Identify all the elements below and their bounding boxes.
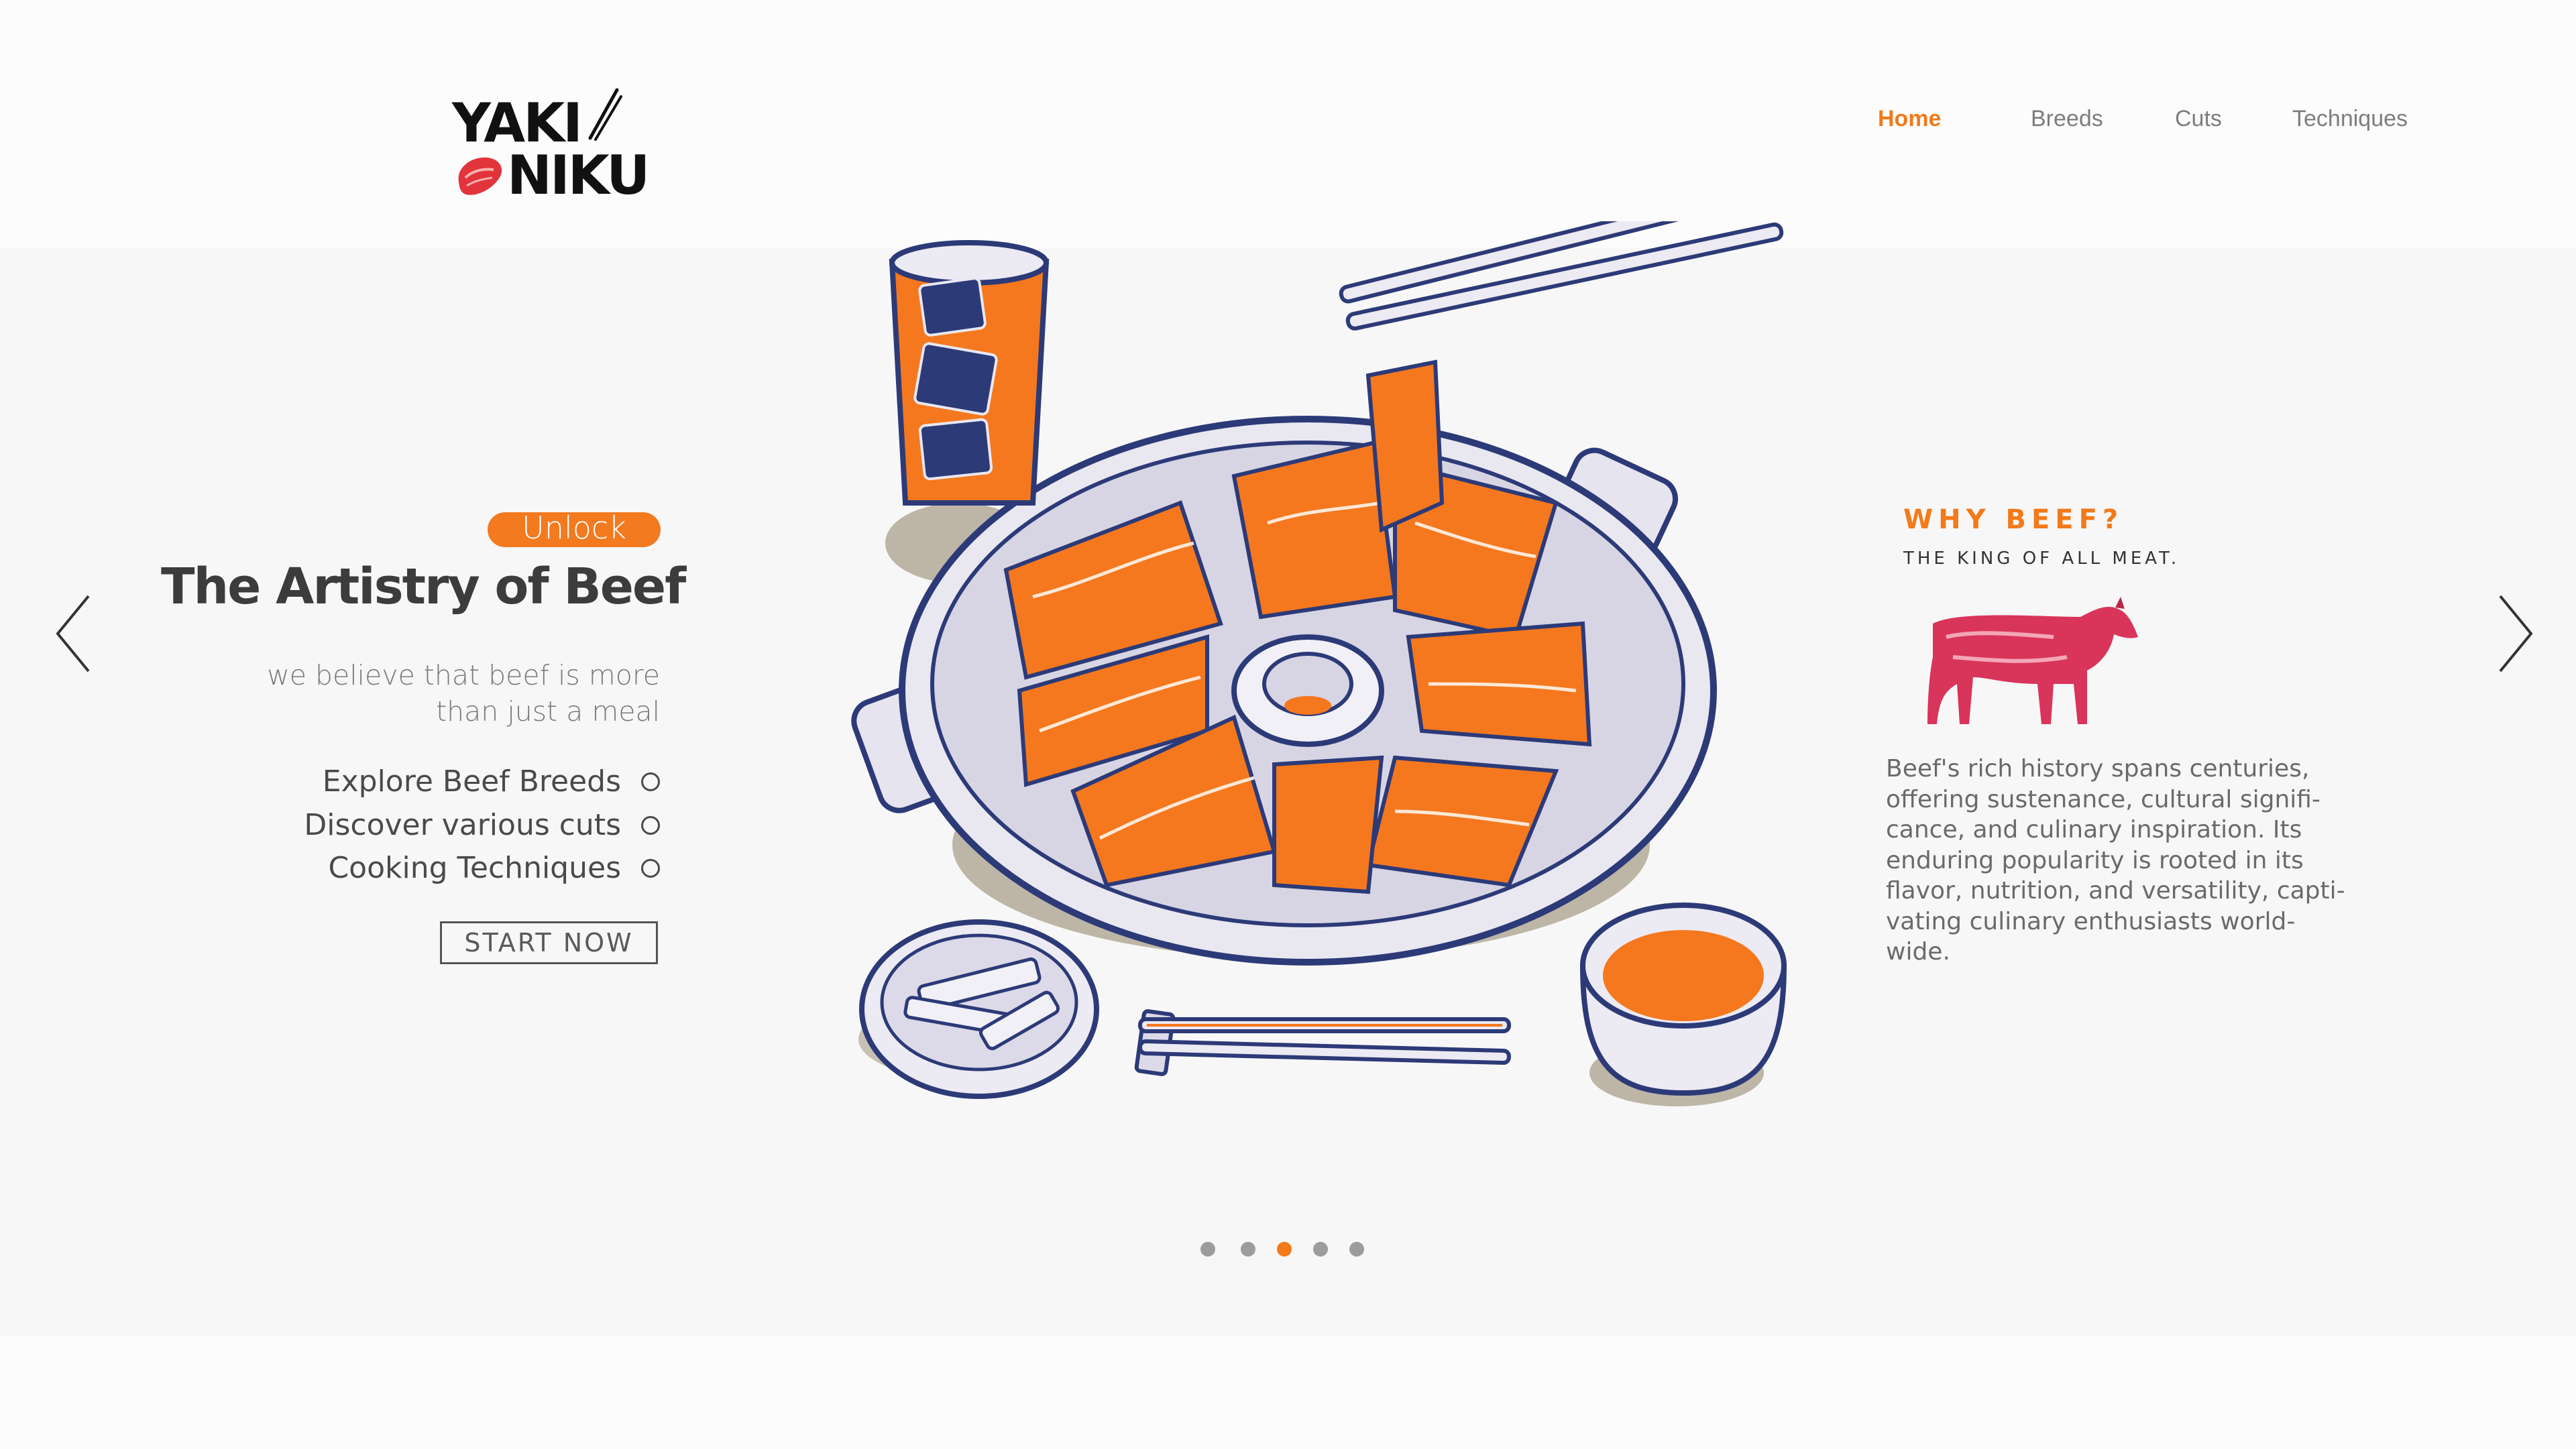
- nav-home[interactable]: Home: [1878, 106, 1941, 132]
- carousel-dot-4[interactable]: [1313, 1242, 1328, 1257]
- feature-discover-cuts[interactable]: Discover various cuts: [201, 808, 660, 848]
- logo-word-niku: NIKU: [507, 144, 650, 207]
- start-now-button[interactable]: START NOW: [440, 921, 658, 964]
- logo-word-yaki: YAKI: [452, 92, 583, 154]
- hero-subtitle-line-2: than just a meal: [436, 695, 660, 728]
- feature-label: Cooking Techniques: [328, 851, 621, 885]
- hero-subtitle-line-1: we believe that beef is more: [267, 659, 660, 691]
- feature-explore-breeds[interactable]: Explore Beef Breeds: [201, 764, 660, 805]
- carousel-dot-2[interactable]: [1241, 1242, 1255, 1257]
- unlock-badge-label: Unlock: [522, 510, 626, 546]
- carousel-dot-1[interactable]: [1200, 1242, 1215, 1257]
- yakiniku-grill-illustration: [851, 221, 1787, 1106]
- feature-label: Discover various cuts: [304, 808, 621, 842]
- site-header: YAKI NIKU Home Breeds Cuts Techniques: [0, 0, 2576, 248]
- carousel-pagination: [1200, 1242, 1382, 1262]
- why-beef-title: WHY BEEF?: [1903, 504, 2124, 535]
- feature-cooking-techniques[interactable]: Cooking Techniques: [201, 851, 660, 891]
- chevron-right-icon[interactable]: [2495, 593, 2535, 674]
- nav-cuts[interactable]: Cuts: [2175, 106, 2222, 132]
- carousel-dot-5[interactable]: [1349, 1242, 1364, 1257]
- cow-icon: [1927, 597, 2138, 724]
- hero-title: The Artistry of Beef: [161, 558, 686, 616]
- chopsticks-lifting: [1339, 221, 1774, 304]
- hero-subtitle: we believe that beef is more than just a…: [201, 657, 660, 730]
- radio-circle-icon: [641, 859, 660, 878]
- nav-techniques[interactable]: Techniques: [2292, 106, 2408, 132]
- feature-label: Explore Beef Breeds: [322, 764, 621, 799]
- main-nav: Home Breeds Cuts Techniques: [1878, 106, 2428, 139]
- page-footer-strip: [0, 1336, 2576, 1449]
- chopsticks-icon: [588, 88, 622, 141]
- radio-circle-icon: [641, 816, 660, 835]
- chevron-left-icon[interactable]: [54, 593, 94, 674]
- lifted-beef-slice: [1365, 359, 1445, 533]
- why-beef-subtitle: THE KING OF ALL MEAT.: [1903, 548, 2180, 569]
- logo[interactable]: YAKI NIKU: [448, 87, 650, 208]
- carousel-dot-3[interactable]: [1277, 1242, 1292, 1257]
- meat-icon: [458, 157, 502, 195]
- nav-breeds[interactable]: Breeds: [2031, 106, 2103, 132]
- radio-circle-icon: [641, 772, 660, 791]
- why-beef-body: Beef's rich history spans centuries, off…: [1886, 755, 2345, 966]
